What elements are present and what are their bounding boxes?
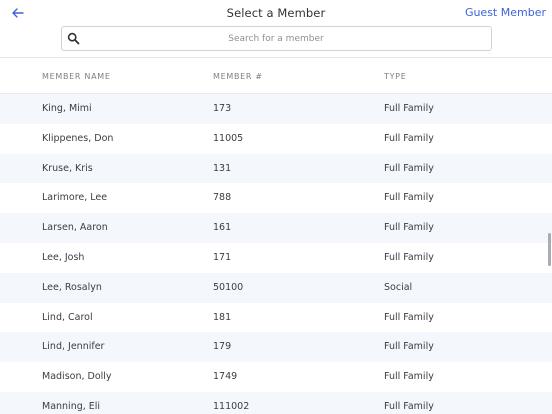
column-header-member-name: MEMBER NAME: [42, 72, 111, 81]
member-type-cell: Full Family: [384, 132, 434, 144]
member-name-cell: Kruse, Kris: [42, 162, 93, 174]
member-name-cell: Lind, Jennifer: [42, 341, 105, 353]
scrollbar-thumb[interactable]: [548, 233, 551, 266]
member-name-cell: Madison, Dolly: [42, 371, 112, 383]
table-row[interactable]: Larsen, Aaron 161 Full Family: [0, 213, 552, 243]
member-number-cell: 11005: [213, 132, 244, 144]
member-type-cell: Full Family: [384, 371, 434, 383]
table-row[interactable]: Lee, Rosalyn 50100 Social: [0, 272, 552, 303]
member-number-cell: 1749: [213, 371, 238, 383]
member-name-cell: Lee, Rosalyn: [42, 281, 102, 293]
table-row[interactable]: Lee, Josh 171 Full Family: [0, 243, 552, 273]
member-name-cell: Lind, Carol: [42, 311, 93, 323]
member-type-cell: Social: [384, 281, 413, 293]
top-bar: Select a Member Guest Member: [0, 0, 552, 58]
table-row[interactable]: Madison, Dolly 1749 Full Family: [0, 362, 552, 392]
member-type-cell: Full Family: [384, 251, 434, 263]
column-header-member-number: MEMBER #: [213, 72, 263, 81]
search-icon: [67, 32, 80, 45]
member-name-cell: King, Mimi: [42, 103, 92, 114]
table-row[interactable]: King, Mimi 173 Full Family: [0, 94, 552, 124]
guest-member-button[interactable]: Guest Member: [465, 6, 546, 19]
column-header-type: TYPE: [384, 72, 407, 81]
table-row[interactable]: Lind, Carol 181 Full Family: [0, 303, 552, 333]
member-number-cell: 171: [213, 251, 232, 263]
table-row[interactable]: Kruse, Kris 131 Full Family: [0, 153, 552, 184]
member-number-cell: 173: [213, 103, 232, 114]
member-type-cell: Full Family: [384, 311, 434, 323]
member-name-cell: Lee, Josh: [42, 251, 85, 263]
member-name-cell: Larsen, Aaron: [42, 222, 108, 234]
table-row[interactable]: Manning, Eli 111002 Full Family: [0, 391, 552, 414]
member-number-cell: 179: [213, 341, 232, 353]
table-header: MEMBER NAME MEMBER # TYPE: [0, 59, 552, 94]
member-type-cell: Full Family: [384, 192, 434, 204]
member-number-cell: 181: [213, 311, 232, 323]
member-number-cell: 161: [213, 222, 232, 234]
member-type-cell: Full Family: [384, 341, 434, 353]
table-row[interactable]: Klippenes, Don 11005 Full Family: [0, 124, 552, 154]
search-input[interactable]: [86, 29, 466, 48]
member-name-cell: Larimore, Lee: [42, 192, 108, 204]
member-number-cell: 131: [213, 162, 232, 174]
member-number-cell: 788: [213, 192, 232, 204]
member-type-cell: Full Family: [384, 103, 434, 114]
member-number-cell: 50100: [213, 281, 244, 293]
member-type-cell: Full Family: [384, 222, 434, 234]
table-row[interactable]: Lind, Jennifer 179 Full Family: [0, 332, 552, 363]
member-type-cell: Full Family: [384, 162, 434, 174]
table-row[interactable]: Larimore, Lee 788 Full Family: [0, 183, 552, 213]
member-type-cell: Full Family: [384, 400, 434, 412]
member-name-cell: Manning, Eli: [42, 400, 101, 412]
member-name-cell: Klippenes, Don: [42, 132, 114, 144]
member-table: MEMBER NAME MEMBER # TYPE King, Mimi 173…: [0, 59, 552, 414]
member-number-cell: 111002: [213, 400, 250, 412]
search-box[interactable]: [61, 26, 492, 51]
